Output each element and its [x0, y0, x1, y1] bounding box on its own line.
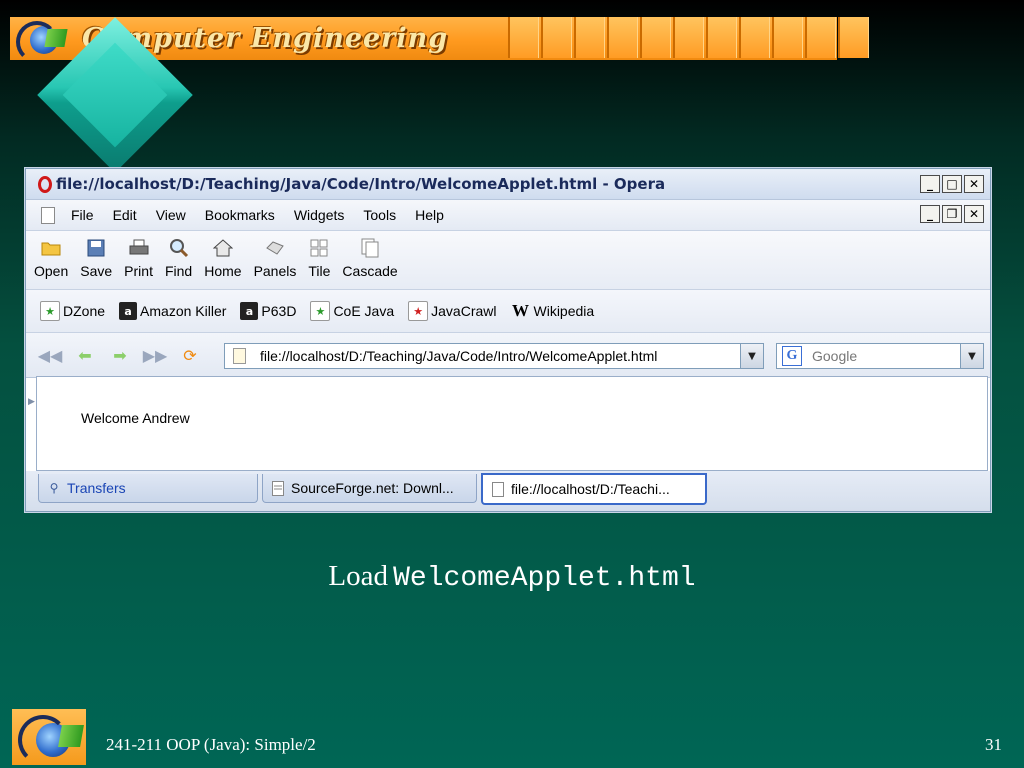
opera-logo-icon — [38, 175, 52, 193]
banner-cells — [508, 17, 871, 60]
reload-icon: ⟳ — [183, 345, 197, 365]
print-button[interactable]: Print — [124, 231, 153, 279]
slide-caption: Load WelcomeApplet.html — [0, 560, 1024, 594]
forward-button[interactable]: ➡ — [109, 344, 131, 366]
amazon-icon: a — [119, 302, 138, 320]
window-controls: _ □ ✕ — [918, 175, 984, 193]
tab-transfers[interactable]: ⚲ Transfers — [38, 474, 258, 503]
tile-icon — [308, 237, 330, 259]
menu-view[interactable]: View — [156, 207, 186, 223]
bookmark-javacrawl[interactable]: ★ JavaCrawl — [408, 301, 497, 321]
folder-icon — [40, 237, 62, 259]
fast-forward-icon: ▶▶ — [142, 345, 168, 365]
close-icon: ✕ — [968, 207, 980, 221]
bookmark-amazon-killer[interactable]: a Amazon Killer — [119, 302, 226, 320]
page-icon — [233, 348, 246, 364]
window-title: file://localhost/D:/Teaching/Java/Code/I… — [56, 175, 666, 193]
main-toolbar: Open Save Print Find Home Panels Tile Ca… — [26, 231, 990, 290]
page-icon — [491, 481, 505, 497]
bookmarks-bar: ★ DZone a Amazon Killer a P63D ★ CoE Jav… — [26, 290, 990, 333]
footer-text: 241-211 OOP (Java): Simple/2 — [106, 735, 316, 754]
doc-close-button[interactable]: ✕ — [964, 205, 984, 223]
cascade-icon — [359, 237, 381, 259]
menu-bookmarks[interactable]: Bookmarks — [205, 207, 275, 223]
fast-forward-button[interactable]: ▶▶ — [142, 344, 168, 366]
address-dropdown-button[interactable]: ▼ — [740, 344, 763, 368]
save-button[interactable]: Save — [80, 231, 112, 279]
bookmark-wikipedia[interactable]: W Wikipedia — [511, 301, 594, 320]
bookmark-p63d[interactable]: a P63D — [240, 302, 296, 320]
document-icon[interactable] — [41, 206, 55, 224]
cascade-button[interactable]: Cascade — [342, 231, 398, 279]
minimize-icon: _ — [927, 207, 933, 221]
minimize-icon: _ — [927, 177, 933, 191]
reload-button[interactable]: ⟳ — [179, 344, 201, 366]
page-content: Welcome Andrew — [36, 376, 988, 471]
bookmark-icon: ★ — [40, 301, 60, 321]
bookmark-icon: ★ — [310, 301, 331, 321]
bookmark-icon: ★ — [408, 301, 429, 321]
open-button[interactable]: Open — [34, 231, 68, 279]
maximize-button[interactable]: □ — [942, 175, 962, 193]
page-icon — [271, 480, 285, 496]
dropdown-arrow-icon: ▼ — [748, 350, 756, 362]
printer-icon — [128, 237, 150, 259]
panels-icon — [264, 237, 286, 259]
tab-bar: ⚲ Transfers SourceForge.net: Downl... fi… — [26, 471, 990, 511]
amazon-icon: a — [240, 302, 259, 320]
wikipedia-icon: W — [512, 301, 529, 320]
dropdown-arrow-icon: ▼ — [968, 350, 976, 362]
applet-text: Welcome Andrew — [81, 410, 190, 426]
close-icon: ✕ — [968, 177, 980, 191]
tab-welcome-applet[interactable]: file://localhost/D:/Teachi... — [481, 473, 707, 505]
close-button[interactable]: ✕ — [964, 175, 984, 193]
title-bar[interactable]: file://localhost/D:/Teaching/Java/Code/I… — [26, 169, 990, 200]
address-bar: ◀◀ ⬅ ➡ ▶▶ ⟳ file://localhost/D:/Teaching… — [26, 333, 990, 378]
maximize-icon: □ — [946, 177, 958, 191]
find-button[interactable]: Find — [165, 231, 192, 279]
panel-toggle-icon[interactable]: ▶ — [28, 397, 35, 407]
magnifier-icon — [168, 237, 190, 259]
bookmark-coe-java[interactable]: ★ CoE Java — [310, 301, 394, 321]
menu-edit[interactable]: Edit — [113, 207, 137, 223]
google-icon: G — [782, 346, 802, 366]
menu-widgets[interactable]: Widgets — [294, 207, 345, 223]
page-number: 31 — [985, 735, 1002, 754]
rewind-icon: ◀◀ — [37, 345, 63, 365]
search-placeholder: Google — [812, 348, 858, 364]
menu-help[interactable]: Help — [415, 207, 444, 223]
bookmark-dzone[interactable]: ★ DZone — [40, 301, 105, 321]
coe-logo-icon — [10, 17, 68, 63]
home-button[interactable]: Home — [204, 231, 242, 279]
caption-prefix: Load — [328, 560, 389, 592]
menu-tools[interactable]: Tools — [363, 207, 396, 223]
panels-button[interactable]: Panels — [254, 231, 296, 279]
back-arrow-icon: ⬅ — [78, 345, 92, 365]
tab-sourceforge[interactable]: SourceForge.net: Downl... — [262, 474, 477, 503]
doc-restore-button[interactable]: ❐ — [942, 205, 962, 223]
caption-code: WelcomeApplet.html — [393, 563, 696, 594]
address-input[interactable]: file://localhost/D:/Teaching/Java/Code/I… — [224, 343, 764, 369]
search-dropdown-button[interactable]: ▼ — [960, 344, 983, 368]
menu-file[interactable]: File — [71, 207, 94, 223]
back-button[interactable]: ⬅ — [74, 344, 96, 366]
restore-icon: ❐ — [946, 207, 958, 221]
doc-minimize-button[interactable]: _ — [920, 205, 940, 223]
transfers-icon: ⚲ — [49, 481, 59, 495]
address-text: file://localhost/D:/Teaching/Java/Code/I… — [260, 348, 658, 364]
document-controls: _ ❐ ✕ — [918, 205, 984, 223]
opera-window: file://localhost/D:/Teaching/Java/Code/I… — [25, 168, 991, 512]
rewind-button[interactable]: ◀◀ — [37, 344, 63, 366]
home-icon — [212, 237, 234, 259]
footer-logo-icon — [12, 709, 86, 765]
forward-arrow-icon: ➡ — [113, 345, 127, 365]
tile-button[interactable]: Tile — [308, 231, 330, 279]
search-input[interactable]: G Google ▼ — [776, 343, 984, 369]
disk-icon — [85, 237, 107, 259]
minimize-button[interactable]: _ — [920, 175, 940, 193]
menu-bar: File Edit View Bookmarks Widgets Tools H… — [26, 200, 990, 231]
